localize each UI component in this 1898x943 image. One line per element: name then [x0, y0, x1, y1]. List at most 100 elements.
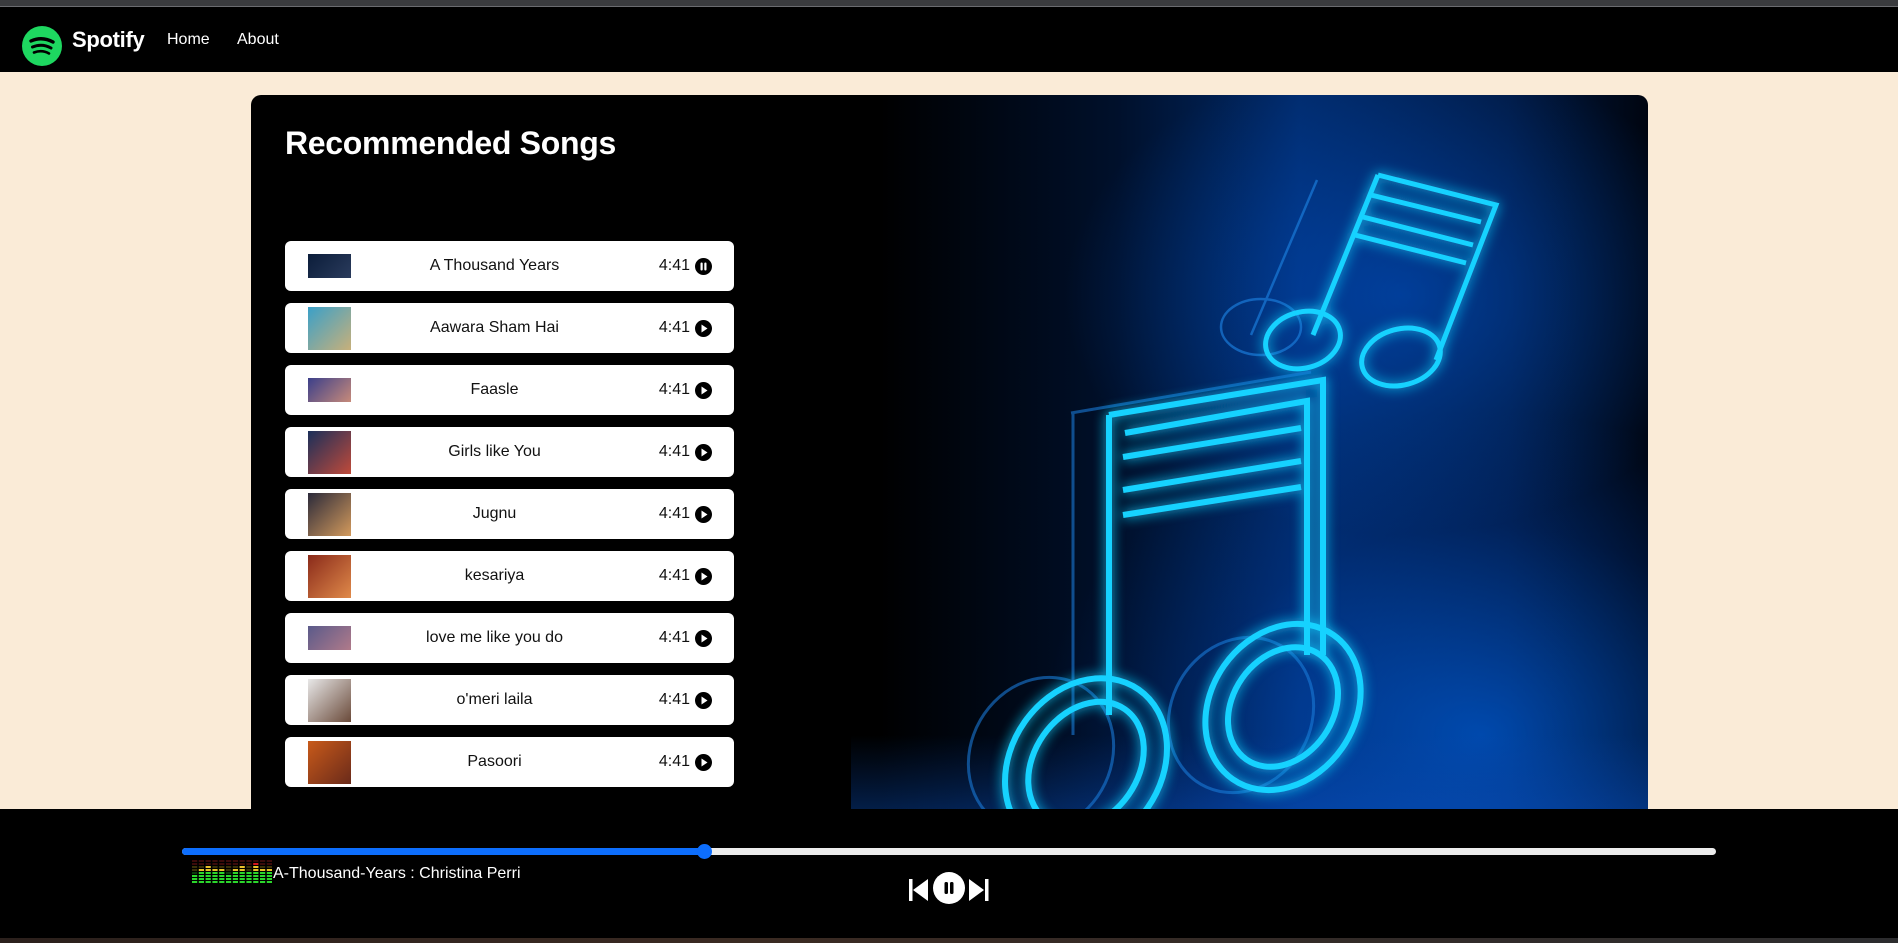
equalizer-segment — [219, 866, 225, 868]
progress-fill — [182, 848, 704, 855]
equalizer-segment — [212, 863, 218, 865]
song-title: Pasoori — [467, 753, 522, 770]
equalizer-segment — [226, 860, 232, 862]
nav-link-about[interactable]: About — [237, 29, 279, 51]
equalizer-segment — [239, 875, 245, 877]
play-icon[interactable] — [695, 320, 712, 337]
equalizer-segment — [205, 860, 211, 862]
equalizer-segment — [205, 875, 211, 877]
play-icon[interactable] — [695, 754, 712, 771]
equalizer-segment — [253, 881, 259, 883]
browser-top-strip — [0, 0, 1898, 7]
song-item[interactable]: Girls like You 4:41 — [285, 427, 734, 477]
equalizer-segment — [239, 866, 245, 868]
play-icon[interactable] — [695, 692, 712, 709]
equalizer-segment — [232, 881, 238, 883]
song-duration: 4:41 — [658, 691, 690, 708]
nav-link-home[interactable]: Home — [167, 29, 210, 51]
equalizer-segment — [260, 872, 266, 874]
equalizer-segment — [212, 872, 218, 874]
song-duration: 4:41 — [658, 319, 690, 336]
equalizer-segment — [239, 872, 245, 874]
equalizer-segment — [192, 872, 198, 874]
song-cover-image — [308, 626, 351, 650]
pause-icon[interactable] — [933, 872, 965, 904]
equalizer-segment — [226, 863, 232, 865]
player-bar: A-Thousand-Years : Christina Perri — [0, 809, 1898, 938]
play-icon[interactable] — [695, 506, 712, 523]
previous-icon[interactable] — [909, 879, 929, 901]
equalizer-segment — [266, 872, 272, 874]
equalizer-segment — [232, 872, 238, 874]
song-item[interactable]: Pasoori 4:41 — [285, 737, 734, 787]
equalizer-segment — [260, 869, 266, 871]
equalizer-segment — [212, 866, 218, 868]
equalizer-segment — [266, 869, 272, 871]
play-icon[interactable] — [695, 444, 712, 461]
song-cover-image — [308, 493, 351, 536]
song-duration: 4:41 — [658, 443, 690, 460]
song-duration: 4:41 — [658, 629, 690, 646]
pause-icon[interactable] — [695, 258, 712, 275]
song-item[interactable]: Jugnu 4:41 — [285, 489, 734, 539]
progress-thumb[interactable] — [696, 844, 712, 859]
equalizer-segment — [253, 875, 259, 877]
page-title: Recommended Songs — [285, 125, 616, 161]
equalizer-segment — [219, 878, 225, 880]
equalizer-segment — [226, 881, 232, 883]
song-item[interactable]: o'meri laila 4:41 — [285, 675, 734, 725]
song-cover-image — [308, 307, 351, 350]
equalizer-segment — [239, 860, 245, 862]
play-icon[interactable] — [695, 630, 712, 647]
equalizer-segment — [246, 881, 252, 883]
play-icon[interactable] — [695, 568, 712, 585]
song-item[interactable]: Faasle 4:41 — [285, 365, 734, 415]
song-title: Aawara Sham Hai — [430, 319, 559, 336]
equalizer-segment — [266, 866, 272, 868]
song-item[interactable]: A Thousand Years 4:41 — [285, 241, 734, 291]
equalizer-segment — [226, 869, 232, 871]
navbar: Spotify Home About — [0, 7, 1898, 72]
song-title: Faasle — [470, 381, 519, 398]
equalizer-segment — [253, 869, 259, 871]
equalizer-segment — [232, 878, 238, 880]
progress-slider[interactable] — [182, 844, 1716, 859]
brand-name[interactable]: Spotify — [72, 26, 145, 54]
song-item[interactable]: love me like you do 4:41 — [285, 613, 734, 663]
equalizer-segment — [219, 872, 225, 874]
play-icon[interactable] — [695, 382, 712, 399]
equalizer-segment — [226, 872, 232, 874]
song-duration: 4:41 — [658, 257, 690, 274]
equalizer-segment — [205, 869, 211, 871]
equalizer-segment — [246, 866, 252, 868]
song-item[interactable]: kesariya 4:41 — [285, 551, 734, 601]
equalizer-gif-icon — [192, 860, 272, 883]
equalizer-segment — [239, 869, 245, 871]
equalizer-segment — [246, 863, 252, 865]
equalizer-segment — [212, 869, 218, 871]
equalizer-segment — [260, 863, 266, 865]
equalizer-segment — [260, 878, 266, 880]
equalizer-segment — [198, 860, 204, 862]
spotify-logo-icon[interactable] — [22, 26, 62, 66]
equalizer-segment — [212, 881, 218, 883]
equalizer-segment — [205, 866, 211, 868]
song-title: love me like you do — [426, 629, 563, 646]
equalizer-segment — [239, 878, 245, 880]
equalizer-segment — [232, 866, 238, 868]
equalizer-segment — [219, 860, 225, 862]
song-duration: 4:41 — [658, 567, 690, 584]
equalizer-segment — [246, 875, 252, 877]
next-icon[interactable] — [968, 879, 990, 901]
equalizer-segment — [253, 866, 259, 868]
equalizer-segment — [198, 872, 204, 874]
equalizer-segment — [246, 878, 252, 880]
song-title: o'meri laila — [456, 691, 533, 708]
equalizer-segment — [232, 869, 238, 871]
equalizer-segment — [260, 860, 266, 862]
equalizer-segment — [192, 878, 198, 880]
equalizer-segment — [192, 866, 198, 868]
song-item[interactable]: Aawara Sham Hai 4:41 — [285, 303, 734, 353]
equalizer-segment — [198, 869, 204, 871]
equalizer-segment — [205, 881, 211, 883]
